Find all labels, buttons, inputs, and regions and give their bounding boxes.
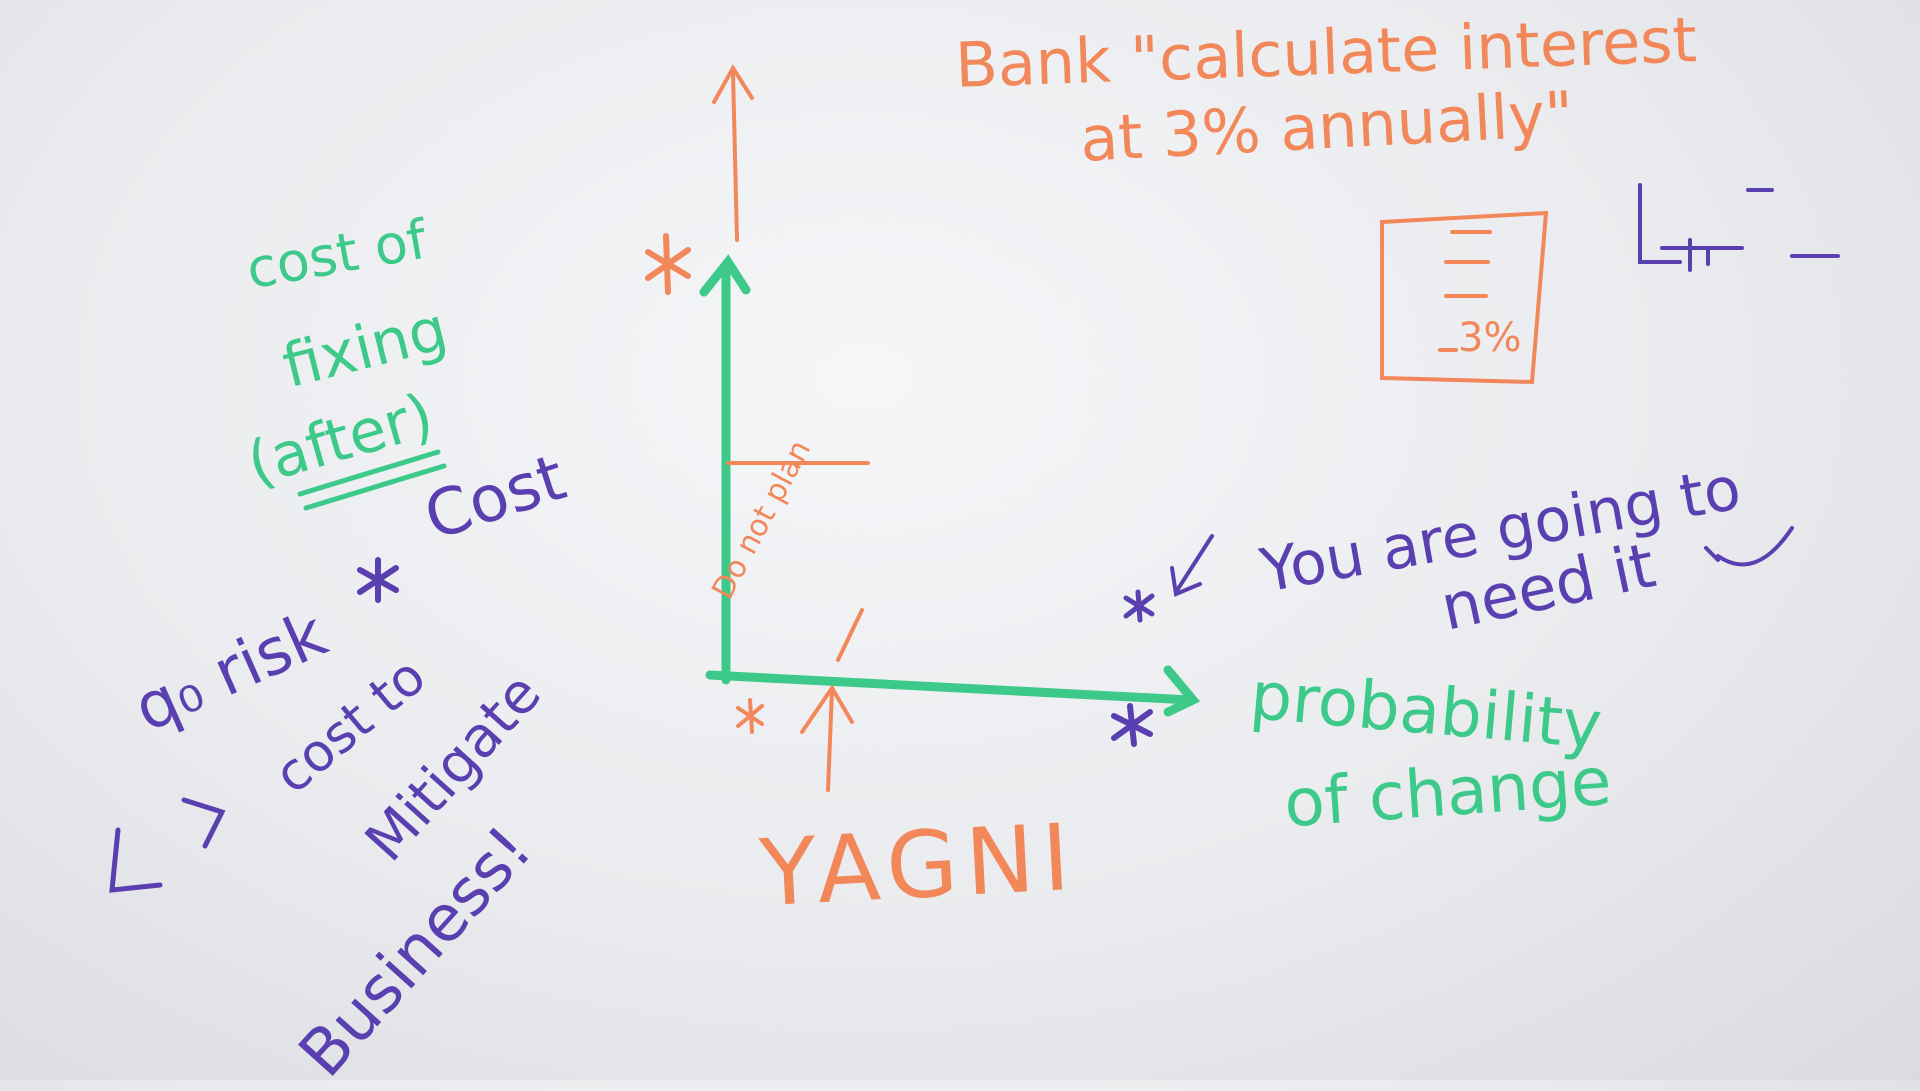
yagni-label: YAGNI (757, 803, 1081, 928)
purple-l-arrow (109, 797, 226, 893)
purple-scribble (1638, 183, 1840, 272)
orange-arrow-up (712, 64, 754, 242)
x-axis (705, 665, 1201, 717)
whiteboard: Bank "calculate interest at 3% annually"… (0, 0, 1920, 1091)
y-axis (699, 254, 751, 685)
yagni-arrow (800, 684, 854, 792)
bank-box-value: 3% (1458, 315, 1522, 361)
do-not-plan-divider (836, 608, 864, 662)
purple-pointer-arrow (1170, 534, 1214, 597)
